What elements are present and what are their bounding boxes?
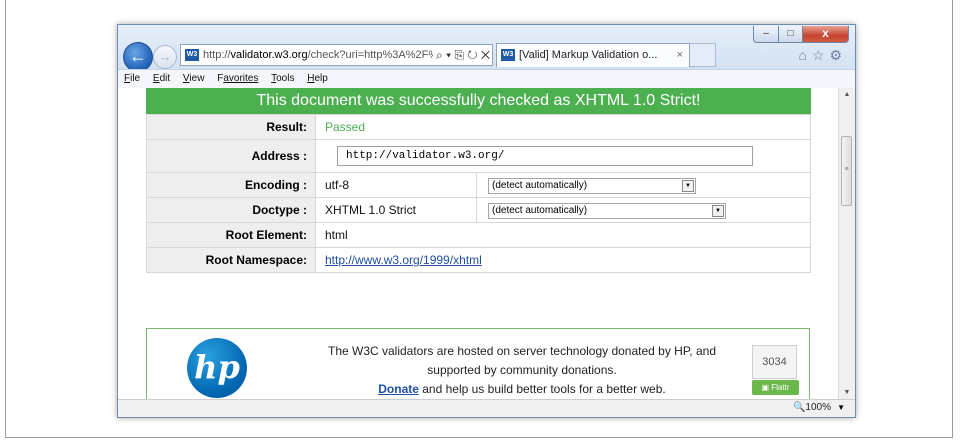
- table-row: Root Namespace: http://www.w3.org/1999/x…: [146, 247, 811, 273]
- scroll-up-icon[interactable]: ▲: [839, 88, 855, 102]
- zoom-dropdown-icon[interactable]: ▼: [837, 400, 845, 416]
- root-element-label: Root Element:: [146, 222, 316, 248]
- table-row: Address :: [146, 139, 811, 173]
- title-bar: ‒ □ x ← → W3 http://validator.w3.org/chec…: [118, 25, 855, 72]
- menu-view[interactable]: View: [183, 73, 205, 84]
- menu-help[interactable]: Help: [307, 73, 328, 84]
- table-row: Encoding : utf-8 (detect automatically) ▼: [146, 172, 811, 198]
- menu-bar: File Edit View Favorites Tools Help: [118, 69, 855, 89]
- results-table: Result: Passed Address : Encoding : utf-…: [146, 114, 811, 273]
- scroll-down-icon[interactable]: ▼: [839, 386, 855, 400]
- w3c-tab-favicon-icon: W3: [501, 49, 515, 62]
- donate-link[interactable]: Donate: [378, 382, 419, 396]
- back-arrow-icon: ←: [129, 46, 147, 66]
- back-button[interactable]: ←: [123, 42, 153, 72]
- url-host: validator.w3.org: [230, 49, 308, 61]
- table-row: Result: Passed: [146, 114, 811, 140]
- tab-validator[interactable]: W3 [Valid] Markup Validation o... ×: [496, 43, 690, 67]
- url-prefix: http://: [203, 49, 231, 61]
- address-bar[interactable]: W3 http://validator.w3.org/check?uri=http…: [180, 44, 493, 66]
- table-row: Doctype : XHTML 1.0 Strict (detect autom…: [146, 197, 811, 223]
- result-value: Passed: [325, 120, 366, 134]
- sponsor-line-2: supported by community donations.: [427, 363, 617, 377]
- minimize-button[interactable]: ‒: [753, 26, 779, 43]
- doctype-value: XHTML 1.0 Strict: [325, 203, 416, 217]
- menu-favorites[interactable]: Favorites: [217, 73, 258, 84]
- root-namespace-link[interactable]: http://www.w3.org/1999/xhtml: [316, 253, 482, 267]
- maximize-button[interactable]: □: [778, 26, 803, 43]
- forward-arrow-icon: →: [158, 49, 172, 64]
- success-banner: This document was successfully checked a…: [146, 88, 811, 114]
- dropdown-arrow-icon: ▼: [712, 204, 724, 217]
- root-element-value: html: [325, 228, 348, 242]
- sponsor-line-1: The W3C validators are hosted on server …: [327, 344, 716, 358]
- zoom-icon: 🔍: [792, 402, 806, 413]
- vertical-scrollbar[interactable]: ▲ ≡ ▼: [838, 88, 855, 400]
- sponsor-box: hp The W3C validators are hosted on serv…: [146, 328, 810, 400]
- close-window-button[interactable]: x: [802, 26, 849, 43]
- tab-title: [Valid] Markup Validation o...: [519, 49, 658, 61]
- status-bar: 🔍100% ▼: [118, 399, 855, 417]
- menu-edit[interactable]: Edit: [153, 73, 170, 84]
- root-namespace-label: Root Namespace:: [146, 247, 316, 273]
- url-rest: /check?uri=http%3A%2F%: [307, 49, 439, 61]
- w3c-favicon-icon: W3: [185, 49, 199, 62]
- flattr-count: 3034: [752, 345, 797, 379]
- dropdown-arrow-icon: ▼: [682, 179, 694, 192]
- menu-file[interactable]: File: [124, 73, 140, 84]
- tab-close-icon[interactable]: ×: [677, 44, 683, 66]
- result-label: Result:: [146, 114, 316, 140]
- table-row: Root Element: html: [146, 222, 811, 248]
- address-controls[interactable]: ⌕ ▾ ⎘ ↻ ✕: [433, 45, 490, 65]
- encoding-label: Encoding :: [146, 172, 316, 198]
- sponsor-line-3: Donate and help us build better tools fo…: [378, 382, 666, 396]
- doctype-select[interactable]: (detect automatically) ▼: [488, 202, 726, 219]
- page-viewport: This document was successfully checked a…: [118, 88, 838, 400]
- flattr-button[interactable]: ▣ Flattr: [752, 380, 799, 395]
- zoom-level[interactable]: 🔍100%: [793, 400, 831, 416]
- menu-tools[interactable]: Tools: [271, 73, 294, 84]
- hp-logo[interactable]: hp: [187, 338, 247, 398]
- toolbar-icons[interactable]: ⌂☆⚙: [798, 47, 847, 64]
- address-label: Address :: [146, 139, 316, 173]
- encoding-select[interactable]: (detect automatically) ▼: [488, 177, 696, 194]
- sponsor-text: The W3C validators are hosted on server …: [287, 342, 757, 399]
- address-input[interactable]: [337, 146, 753, 166]
- scroll-thumb[interactable]: ≡: [841, 136, 852, 206]
- forward-button[interactable]: →: [153, 45, 177, 69]
- doctype-label: Doctype :: [146, 197, 316, 223]
- browser-window: ‒ □ x ← → W3 http://validator.w3.org/chec…: [117, 24, 856, 418]
- encoding-value: utf-8: [325, 178, 350, 192]
- new-tab-button[interactable]: [690, 43, 716, 67]
